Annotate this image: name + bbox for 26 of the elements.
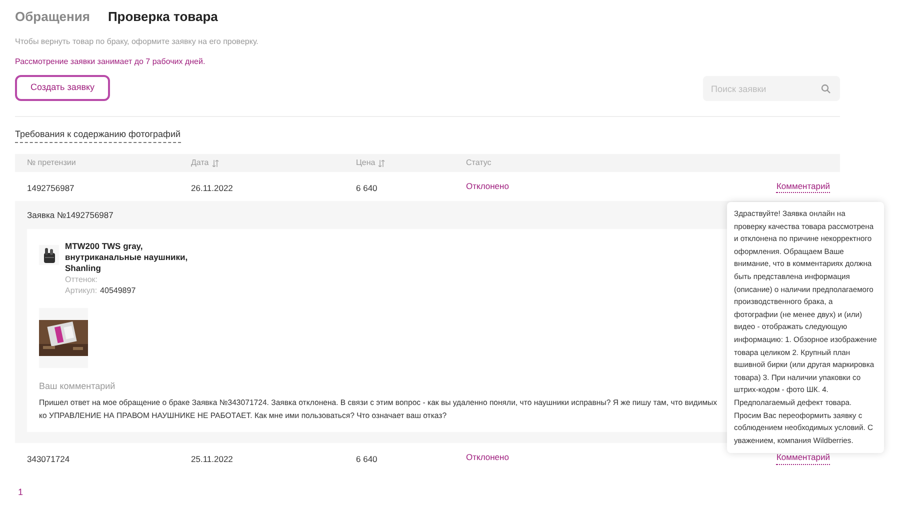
article-label: Артикул: xyxy=(65,284,98,296)
sort-icon[interactable] xyxy=(378,160,386,166)
tab[interactable]: Обращения xyxy=(15,7,90,27)
intro-text: Чтобы вернуть товар по браку, оформите заявку на его проверку. xyxy=(15,36,260,48)
comment-label: Ваш комментарий xyxy=(39,380,116,393)
create-request-button[interactable]: Создать заявку xyxy=(15,75,110,101)
table-cell: 26.11.2022 xyxy=(191,182,233,192)
table-cell: 6 640 xyxy=(356,182,378,192)
sort-icon[interactable] xyxy=(212,160,219,166)
page-button[interactable]: 1 xyxy=(18,486,24,500)
photo-requirements-link[interactable]: Требования к содержанию фотографий xyxy=(15,128,180,142)
table-cell: 25.11.2022 xyxy=(191,454,233,464)
article-number: 40549897 xyxy=(100,284,136,296)
notice-text: Рассмотрение заявки занимает до 7 рабочих дней. xyxy=(15,56,206,68)
request-title: Заявка №1492756987 xyxy=(27,209,114,222)
table-cell: 343071724 xyxy=(27,454,70,464)
table-cell: 6 640 xyxy=(356,454,378,464)
search-field[interactable]: Поиск заявки xyxy=(703,76,840,101)
tab[interactable]: Проверка товара xyxy=(108,7,218,27)
table-cell: 1492756987 xyxy=(27,182,74,192)
comment-link[interactable]: Комментарий xyxy=(776,180,830,194)
status-text: Отклонено xyxy=(466,451,509,464)
status-text: Отклонено xyxy=(466,180,509,193)
shade-label: Оттенок: xyxy=(65,274,98,285)
product-name: MTW200 TWS gray, внутриканальные наушники, Shanling xyxy=(65,240,189,274)
search-icon[interactable] xyxy=(821,84,831,94)
